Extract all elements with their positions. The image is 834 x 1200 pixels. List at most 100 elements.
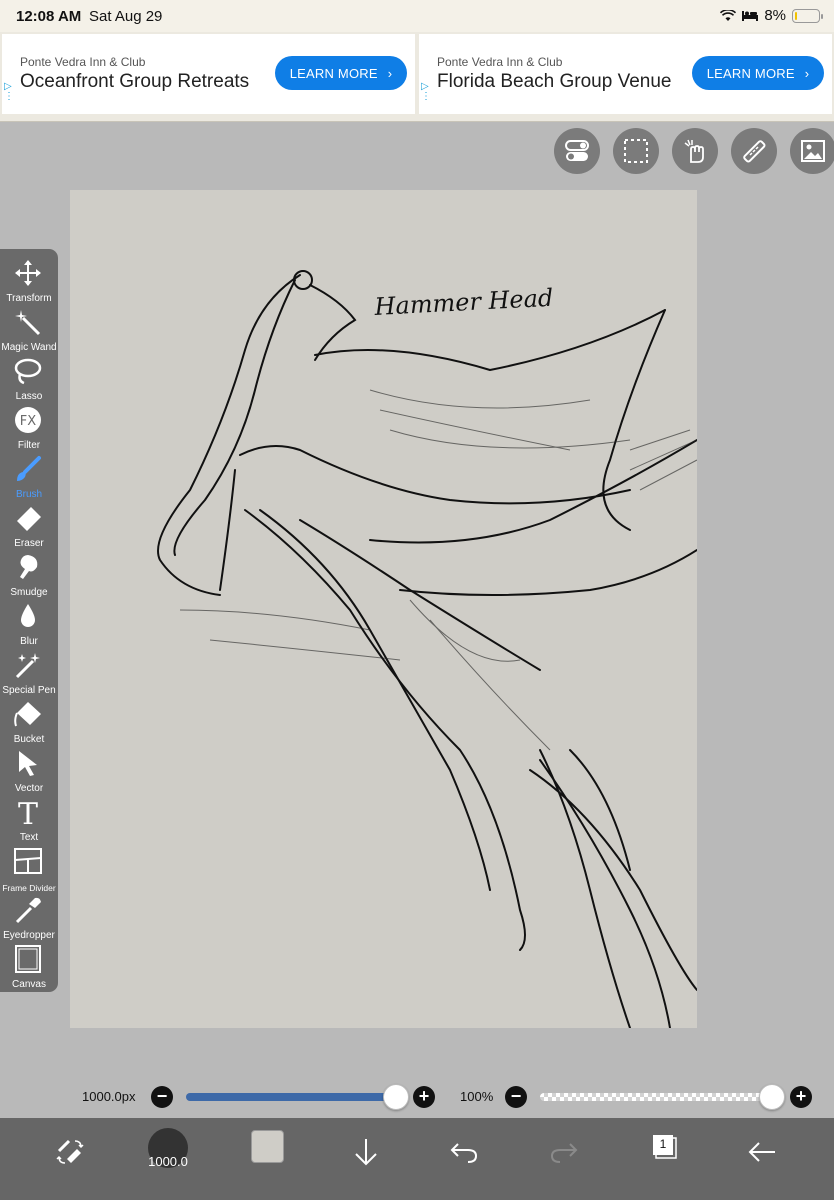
eyedropper-icon — [15, 897, 41, 924]
bucket-icon — [14, 702, 41, 727]
status-bar: 12:08 AM Sat Aug 29 8% — [0, 0, 834, 32]
brush-size-knob[interactable] — [383, 1084, 409, 1110]
tool-palette: Transform Magic Wand Lasso FX Filter Bru… — [0, 249, 58, 992]
tool-filter[interactable]: FX Filter — [0, 402, 58, 451]
tool-label: Vector — [14, 783, 44, 794]
text-icon: T — [18, 798, 38, 826]
selection-button[interactable] — [613, 128, 659, 174]
tool-label: Transform — [6, 293, 52, 304]
tool-label: Special Pen — [2, 685, 56, 696]
hand-button[interactable] — [672, 128, 718, 174]
canvas-icon — [15, 945, 41, 973]
brush-size-slider[interactable] — [186, 1093, 396, 1101]
download-button[interactable] — [342, 1128, 390, 1176]
tool-blur[interactable]: Blur — [0, 598, 58, 647]
tool-brush[interactable]: Brush — [0, 451, 58, 500]
arrow-down-icon — [355, 1139, 377, 1166]
opacity-readout: 100% — [460, 1089, 494, 1104]
color-swatch[interactable] — [251, 1130, 284, 1163]
back-button[interactable] — [738, 1128, 786, 1176]
ad-sponsor: Ponte Vedra Inn & Club — [20, 55, 146, 69]
chevron-right-icon: › — [804, 65, 810, 81]
tool-lasso[interactable]: Lasso — [0, 353, 58, 402]
opacity-decrease-button[interactable]: − — [505, 1086, 527, 1108]
tool-label: Canvas — [12, 979, 46, 990]
status-right: 8% — [720, 7, 823, 24]
tool-smudge[interactable]: Smudge — [0, 549, 58, 598]
tool-label: Magic Wand — [1, 342, 57, 353]
tool-label: Lasso — [15, 391, 43, 402]
swap-brush-eraser-button[interactable] — [46, 1128, 94, 1176]
battery-percent: 8% — [764, 7, 786, 24]
wifi-icon — [720, 9, 737, 21]
sketch-strokes: Hammer Head — [157, 270, 697, 1028]
special-pen-icon — [15, 653, 40, 679]
blur-drop-icon — [21, 604, 35, 627]
chevron-right-icon: › — [387, 65, 393, 81]
brush-icon — [17, 456, 41, 481]
svg-text:T: T — [18, 798, 38, 826]
magic-wand-icon — [15, 310, 41, 336]
redo-icon — [550, 1143, 578, 1163]
reference-image-button[interactable] — [790, 128, 834, 174]
size-increase-button[interactable]: + — [413, 1086, 435, 1108]
tool-bucket[interactable]: Bucket — [0, 696, 58, 745]
top-toolbar — [554, 128, 834, 174]
brush-size-value: 1000.0 — [148, 1154, 188, 1169]
size-decrease-button[interactable]: − — [151, 1086, 173, 1108]
bottom-toolbar: 1000.0 1 — [0, 1118, 834, 1200]
tool-text[interactable]: T Text — [0, 794, 58, 843]
tool-transform[interactable]: Transform — [0, 255, 58, 304]
brush-sliders: 1000.0px − + 100% − + — [0, 1080, 834, 1114]
adchoices-icon[interactable]: ▷ ⋮ — [421, 82, 433, 108]
opacity-knob[interactable] — [759, 1084, 785, 1110]
ruler-icon — [743, 140, 766, 163]
undo-button[interactable] — [440, 1128, 488, 1176]
learn-more-button[interactable]: LEARN MORE › — [275, 56, 407, 90]
layers-button[interactable]: 1 — [650, 1132, 677, 1159]
tool-label: Eraser — [14, 538, 44, 549]
tool-label: Filter — [17, 440, 41, 451]
lasso-icon — [14, 358, 42, 385]
opacity-increase-button[interactable]: + — [790, 1086, 812, 1108]
ad-card[interactable]: ▷ ⋮ Ponte Vedra Inn & Club Oceanfront Gro… — [2, 34, 415, 114]
svg-text:FX: FX — [20, 414, 36, 429]
learn-more-label: LEARN MORE — [706, 65, 795, 81]
tool-label: Bucket — [13, 734, 45, 745]
tool-frame-divider[interactable]: Frame Divider — [0, 843, 58, 893]
selection-icon — [624, 139, 648, 163]
opacity-slider[interactable] — [540, 1093, 772, 1101]
tool-special-pen[interactable]: Special Pen — [0, 647, 58, 696]
drawing-canvas[interactable]: Hammer Head — [70, 190, 697, 1028]
learn-more-button[interactable]: LEARN MORE › — [692, 56, 824, 90]
tool-canvas[interactable]: Canvas — [0, 941, 58, 990]
tool-label: Smudge — [10, 587, 48, 598]
undo-icon — [450, 1143, 478, 1163]
ad-headline[interactable]: Oceanfront Group Retreats — [20, 71, 249, 93]
ad-headline[interactable]: Florida Beach Group Venue — [437, 71, 672, 93]
status-time: 12:08 AM — [16, 8, 82, 25]
toggle-button[interactable] — [554, 128, 600, 174]
tool-label: Brush — [15, 489, 43, 500]
brush-size-readout: 1000.0px — [82, 1089, 136, 1104]
battery-icon — [792, 8, 823, 23]
ad-sponsor: Ponte Vedra Inn & Club — [437, 55, 563, 69]
frame-divider-icon — [14, 848, 42, 874]
ad-card[interactable]: ▷ ⋮ Ponte Vedra Inn & Club Florida Beach … — [419, 34, 832, 114]
adchoices-icon[interactable]: ▷ ⋮ — [4, 82, 16, 108]
layer-count: 1 — [659, 1137, 667, 1151]
tool-magic-wand[interactable]: Magic Wand — [0, 304, 58, 353]
redo-button[interactable] — [540, 1128, 588, 1176]
ad-banner: ▷ ⋮ Ponte Vedra Inn & Club Oceanfront Gro… — [0, 32, 834, 122]
tool-eraser[interactable]: Eraser — [0, 500, 58, 549]
tool-label: Eyedropper — [3, 930, 55, 941]
tool-vector[interactable]: Vector — [0, 745, 58, 794]
transform-icon — [15, 260, 41, 286]
tool-label: Blur — [20, 636, 38, 647]
ruler-button[interactable] — [731, 128, 777, 174]
brush-eraser-swap-icon — [56, 1139, 84, 1164]
tool-label: Text — [19, 832, 39, 843]
brush-size-preview[interactable]: 1000.0 — [148, 1128, 188, 1169]
status-date: Sat Aug 29 — [89, 8, 163, 25]
tool-eyedropper[interactable]: Eyedropper — [0, 892, 58, 941]
